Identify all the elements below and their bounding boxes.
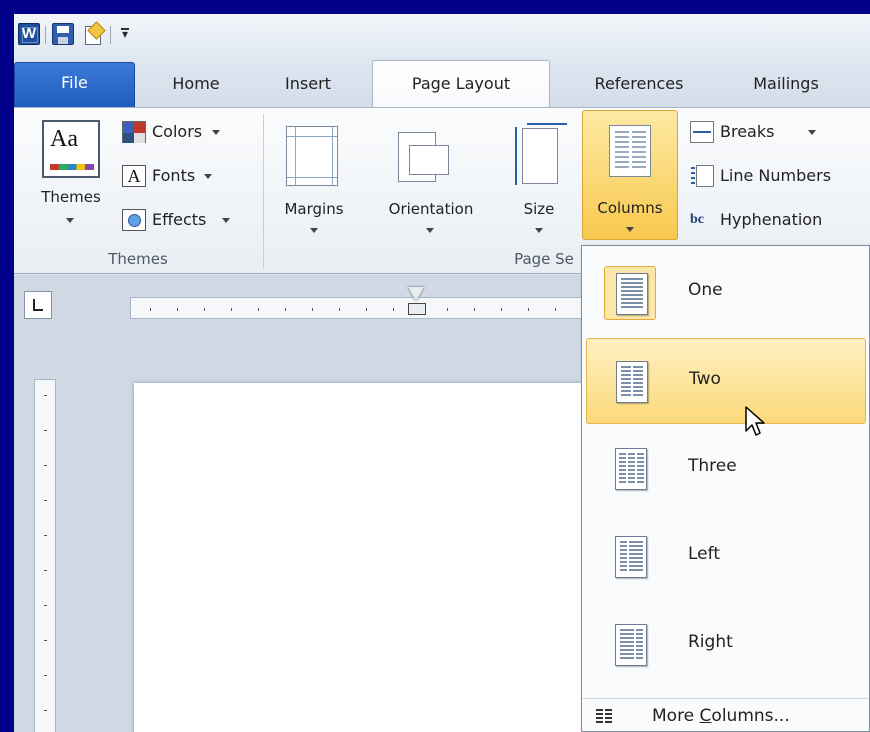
tab-stop-selector[interactable] <box>24 291 52 319</box>
mouse-pointer-icon <box>745 406 765 436</box>
more-columns-item[interactable]: More Columns... <box>582 702 869 732</box>
fonts-dropdown-arrow-icon <box>204 174 212 179</box>
columns-option-one[interactable]: One <box>586 250 866 336</box>
undo-icon[interactable] <box>82 23 104 45</box>
line-numbers-label: Line Numbers <box>720 166 832 185</box>
option-left-label: Left <box>688 544 720 564</box>
qat-separator <box>45 26 46 44</box>
line-numbers-icon <box>691 165 714 187</box>
breaks-dropdown-arrow-icon <box>808 130 816 135</box>
tab-references[interactable]: References <box>574 58 704 108</box>
margins-label: Margins <box>284 200 344 218</box>
columns-option-two[interactable]: Two <box>586 338 866 424</box>
themes-group-label: Themes <box>108 250 168 268</box>
qat-separator <box>110 26 111 44</box>
more-columns-icon <box>596 709 612 725</box>
save-icon[interactable] <box>52 23 74 45</box>
colors-dropdown-arrow-icon <box>212 130 220 135</box>
customize-qat-icon[interactable]: ▾ <box>118 24 132 44</box>
vertical-ruler[interactable] <box>34 379 56 732</box>
columns-option-right[interactable]: Right <box>586 602 866 688</box>
themes-icon: Aa <box>42 120 100 178</box>
one-column-icon <box>604 266 656 320</box>
colors-icon <box>122 121 146 143</box>
document-page[interactable] <box>134 383 594 732</box>
tab-file[interactable]: File <box>14 62 135 108</box>
word-window: W ▾ File Home Insert Page Layout Referen… <box>14 14 870 732</box>
quick-access-toolbar: W ▾ <box>14 14 870 58</box>
tab-mailings[interactable]: Mailings <box>732 58 840 108</box>
orientation-icon <box>398 132 449 182</box>
fonts-label: Fonts <box>152 166 196 185</box>
columns-dropdown-arrow-icon <box>626 227 634 232</box>
colors-label: Colors <box>152 122 203 141</box>
orientation-dropdown-arrow-icon <box>426 228 434 233</box>
fonts-icon: A <box>122 165 146 187</box>
hyphenation-label: Hyphenation <box>720 210 823 229</box>
option-right-label: Right <box>688 632 733 652</box>
indent-marker-icon[interactable] <box>408 287 426 329</box>
right-column-icon <box>604 618 656 672</box>
horizontal-ruler[interactable] <box>130 297 590 319</box>
effects-label: Effects <box>152 210 207 229</box>
three-columns-icon <box>604 442 656 496</box>
option-two-label: Two <box>689 369 721 389</box>
tab-insert[interactable]: Insert <box>262 58 354 108</box>
margins-icon <box>286 126 338 186</box>
themes-dropdown-arrow-icon <box>66 218 74 223</box>
orientation-label: Orientation <box>388 200 474 218</box>
page-setup-group-label: Page Se <box>514 250 574 268</box>
size-label: Size <box>523 200 555 218</box>
tab-page-layout[interactable]: Page Layout <box>372 60 550 110</box>
word-app-icon[interactable]: W <box>18 23 40 45</box>
hyphenation-icon: bc <box>690 212 704 227</box>
ribbon-tabs: File Home Insert Page Layout References … <box>14 58 870 110</box>
size-dropdown-arrow-icon <box>535 228 543 233</box>
columns-dropdown-menu: One Two Three Left Right More Columns... <box>581 245 870 732</box>
breaks-label: Breaks <box>720 122 775 141</box>
breaks-icon <box>690 121 714 143</box>
columns-option-three[interactable]: Three <box>586 426 866 512</box>
effects-dropdown-arrow-icon <box>222 218 230 223</box>
themes-label: Themes <box>41 188 101 206</box>
left-column-icon <box>604 530 656 584</box>
columns-icon <box>609 125 651 177</box>
margins-dropdown-arrow-icon <box>310 228 318 233</box>
columns-label: Columns <box>597 199 663 217</box>
group-separator <box>263 114 264 268</box>
size-icon <box>515 123 567 185</box>
more-columns-label: More Columns... <box>652 706 790 726</box>
option-three-label: Three <box>688 456 737 476</box>
menu-separator <box>582 698 869 699</box>
columns-button[interactable]: Columns <box>582 110 678 240</box>
option-one-label: One <box>688 280 723 300</box>
tab-home[interactable]: Home <box>148 58 244 108</box>
two-columns-icon <box>605 355 657 409</box>
columns-option-left[interactable]: Left <box>586 514 866 600</box>
effects-icon <box>122 209 146 231</box>
